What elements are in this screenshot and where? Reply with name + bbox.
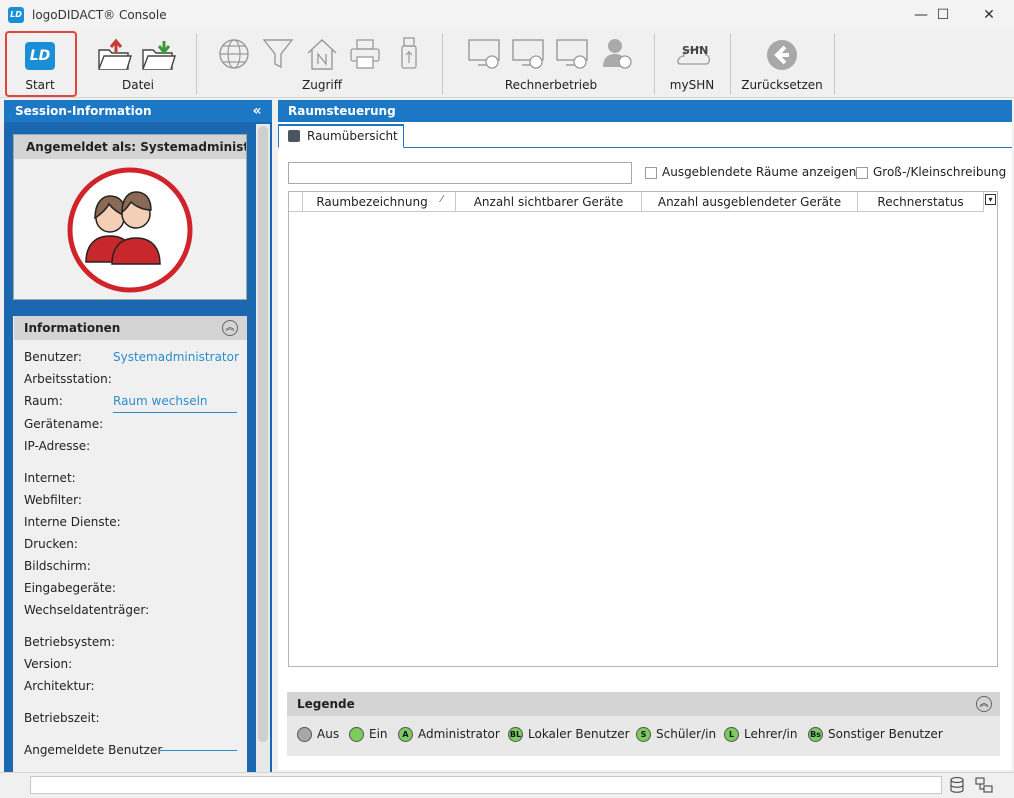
collapse-info-icon[interactable]: ︽	[222, 320, 238, 336]
monitor-power-icon[interactable]	[466, 37, 502, 71]
datei-label: Datei	[121, 78, 154, 92]
student-badge: S	[636, 727, 651, 742]
column-header-visible-devices[interactable]: Anzahl sichtbarer Geräte	[456, 192, 642, 212]
column-chooser-icon[interactable]: ▾	[985, 194, 996, 205]
info-label-geraetename: Gerätename:	[24, 417, 104, 431]
collapse-left-icon[interactable]: «	[248, 102, 266, 120]
info-label-wechsel: Wechseldatenträger:	[24, 603, 150, 617]
users-divider	[160, 750, 237, 751]
logged-in-as-label: Angemeldet als: Systemadminist...	[14, 135, 246, 159]
info-panel-title: Informationen	[14, 316, 247, 340]
legend-label-local-user: Lokaler Benutzer	[528, 727, 630, 741]
collapse-legend-icon[interactable]: ︽	[976, 696, 992, 712]
myshn-icon-text: SHN	[682, 44, 709, 57]
monitor-restart-icon[interactable]	[510, 37, 546, 71]
case-sensitive-label: Groß-/Kleinschreibung	[873, 165, 1007, 179]
status-field	[30, 776, 942, 794]
teacher-badge: L	[724, 727, 739, 742]
local-user-badge: BL	[508, 727, 523, 742]
info-value-benutzer: Systemadministrator	[113, 350, 239, 364]
legend-label-admin: Administrator	[418, 727, 500, 741]
reset-label: Zurücksetzen	[741, 78, 823, 92]
legend-label-other-user: Sonstiger Benutzer	[828, 727, 943, 741]
legend-label-aus: Aus	[317, 727, 340, 741]
myshn-icon[interactable]: SHN	[674, 40, 712, 68]
start-icon: LD	[25, 42, 55, 70]
toolbar-divider	[654, 34, 655, 94]
info-label-users: Angemeldete Benutzer	[24, 743, 163, 757]
column-header-hidden-devices[interactable]: Anzahl ausgeblendeter Geräte	[642, 192, 858, 212]
status-off-dot	[297, 727, 312, 742]
info-label-arch: Architektur:	[24, 679, 95, 693]
case-sensitive-checkbox[interactable]	[856, 167, 868, 179]
reset-back-icon[interactable]	[765, 38, 799, 72]
room-search-input[interactable]	[288, 162, 632, 184]
session-panel-title: Session-Information	[4, 100, 272, 122]
user-logoff-icon[interactable]	[600, 35, 634, 71]
legend-label-student: Schüler/in	[656, 727, 717, 741]
usb-drive-icon[interactable]	[398, 36, 420, 72]
info-label-dienste: Interne Dienste:	[24, 515, 121, 529]
room-link-underline	[113, 412, 237, 413]
show-hidden-label: Ausgeblendete Räume anzeigen	[662, 165, 857, 179]
toolbar-divider	[730, 34, 731, 94]
status-on-dot	[349, 727, 364, 742]
info-label-bildschirm: Bildschirm:	[24, 559, 91, 573]
start-label: Start	[25, 78, 55, 92]
left-scrollbar-thumb[interactable]	[258, 126, 268, 742]
toolbar-divider	[196, 34, 197, 94]
column-header-rechnerstatus[interactable]: Rechnerstatus	[858, 192, 984, 212]
window-title: logoDIDACT® Console	[32, 8, 167, 22]
maximize-button[interactable]: ☐	[920, 0, 966, 30]
info-label-internet: Internet:	[24, 471, 76, 485]
network-status-icon[interactable]	[974, 776, 994, 794]
legend-label-ein: Ein	[369, 727, 388, 741]
close-button[interactable]: ✕	[966, 0, 1012, 30]
info-label-eingabe: Eingabegeräte:	[24, 581, 116, 595]
toolbar-divider	[442, 34, 443, 94]
admin-badge: A	[398, 727, 413, 742]
show-hidden-checkbox[interactable]	[645, 167, 657, 179]
info-label-drucken: Drucken:	[24, 537, 78, 551]
info-label-uptime: Betriebszeit:	[24, 711, 100, 725]
change-room-link[interactable]: Raum wechseln	[113, 394, 208, 408]
info-label-benutzer: Benutzer:	[24, 350, 82, 364]
zugriff-label: Zugriff	[302, 78, 342, 92]
toolbar-divider	[834, 34, 835, 94]
rechnerbetrieb-label: Rechnerbetrieb	[504, 78, 598, 92]
globe-icon[interactable]	[217, 37, 251, 71]
folder-download-icon[interactable]	[140, 38, 176, 72]
info-label-raum: Raum:	[24, 394, 63, 408]
other-user-badge: Bs	[808, 727, 823, 742]
info-label-version: Version:	[24, 657, 73, 671]
room-table	[288, 191, 998, 667]
legend-label-teacher: Lehrer/in	[744, 727, 798, 741]
app-logo-icon: LD	[8, 7, 24, 23]
myshn-label: mySHN	[669, 78, 715, 92]
info-label-ip: IP-Adresse:	[24, 439, 91, 453]
network-home-icon[interactable]	[305, 36, 339, 72]
info-label-os: Betriebsystem:	[24, 635, 116, 649]
printer-icon[interactable]	[348, 37, 382, 71]
sort-indicator-icon: ⁄	[441, 194, 443, 205]
monitor-shutdown-icon[interactable]	[554, 37, 590, 71]
cube-icon	[288, 130, 300, 142]
table-row-header-cell	[289, 192, 303, 212]
filter-icon[interactable]	[262, 37, 294, 71]
room-control-title: Raumsteuerung	[278, 100, 1012, 122]
database-icon[interactable]	[948, 776, 966, 794]
users-avatar-icon	[67, 167, 193, 293]
info-label-arbeitsstation: Arbeitsstation:	[24, 372, 112, 386]
column-header-raumbezeichnung[interactable]: Raumbezeichnung	[303, 192, 456, 212]
info-label-webfilter: Webfilter:	[24, 493, 82, 507]
folder-upload-icon[interactable]	[96, 38, 132, 72]
legend-title: Legende	[287, 692, 1000, 716]
